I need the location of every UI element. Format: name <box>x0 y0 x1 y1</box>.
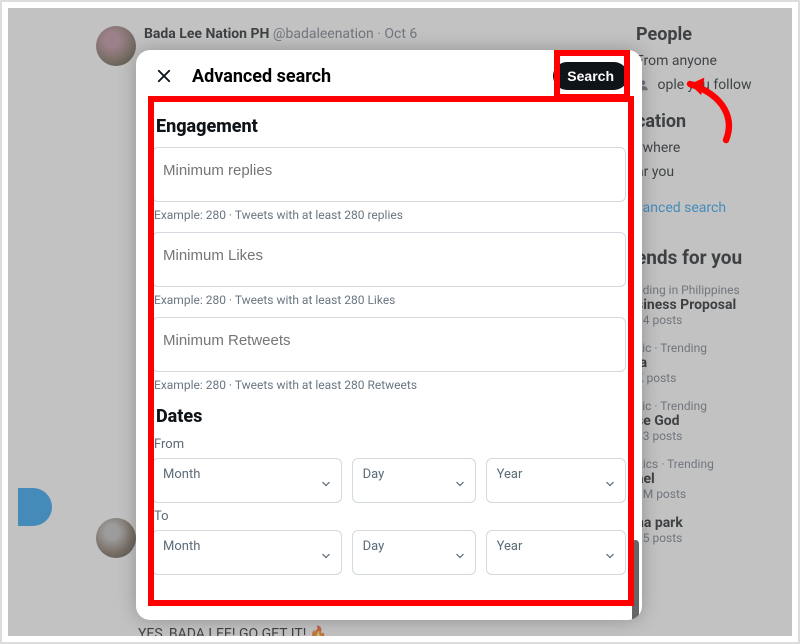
chevron-down-icon <box>603 476 617 490</box>
trend-item[interactable]: na park 25 posts <box>636 515 778 545</box>
from-day-select[interactable]: Day <box>352 458 476 503</box>
from-label: From <box>154 437 626 452</box>
filter-near-you[interactable]: ar you <box>636 160 778 184</box>
avatar[interactable] <box>96 26 136 66</box>
engagement-heading: Engagement <box>156 116 626 137</box>
advanced-search-link[interactable]: vanced search <box>636 194 778 222</box>
advanced-search-modal: Advanced search Search Engagement Exampl… <box>136 50 642 620</box>
filter-anywhere[interactable]: ywhere <box>636 136 778 160</box>
filter-from-anyone[interactable]: From anyone <box>636 49 778 73</box>
from-month-select[interactable]: Month <box>152 458 342 503</box>
min-likes-input[interactable] <box>152 232 626 287</box>
min-likes-hint: Example: 280 · Tweets with at least 280 … <box>154 293 624 307</box>
chevron-down-icon <box>319 476 333 490</box>
trend-item[interactable]: sic · Trending se God 43 posts <box>636 399 778 443</box>
chevron-down-icon <box>453 548 467 562</box>
chevron-down-icon <box>603 548 617 562</box>
to-day-select[interactable]: Day <box>352 530 476 575</box>
modal-scroll-track[interactable] <box>632 140 639 612</box>
dates-heading: Dates <box>156 406 626 427</box>
location-heading: cation <box>636 111 778 132</box>
trend-item[interactable]: nding in Philippines siness Proposal 04 … <box>636 283 778 327</box>
chevron-down-icon <box>319 548 333 562</box>
modal-title: Advanced search <box>192 66 539 87</box>
min-replies-input[interactable] <box>152 147 626 202</box>
search-button[interactable]: Search <box>553 62 628 90</box>
tweet-author-handle[interactable]: @badaleenation <box>273 26 374 42</box>
compose-tweet-button[interactable] <box>18 488 52 526</box>
to-label: To <box>154 509 626 524</box>
tweet-date: Oct 6 <box>384 26 417 42</box>
right-sidebar: People From anyone ople you follow catio… <box>622 8 792 636</box>
tweet-text: YES, BADA LEE! GO GET IT! 🔥 <box>138 626 327 636</box>
to-month-select[interactable]: Month <box>152 530 342 575</box>
min-retweets-hint: Example: 280 · Tweets with at least 280 … <box>154 378 624 392</box>
from-year-select[interactable]: Year <box>486 458 626 503</box>
modal-body: Engagement Example: 280 · Tweets with at… <box>136 102 642 620</box>
modal-header: Advanced search Search <box>136 50 642 102</box>
modal-scroll-thumb[interactable] <box>632 540 639 620</box>
to-year-select[interactable]: Year <box>486 530 626 575</box>
to-date-row: Month Day Year <box>152 530 626 575</box>
close-icon[interactable] <box>150 62 178 90</box>
filter-people-you-follow[interactable]: ople you follow <box>636 73 778 97</box>
trend-item[interactable]: sic · Trending ja K posts <box>636 341 778 385</box>
from-date-row: Month Day Year <box>152 458 626 503</box>
trend-item[interactable]: itics · Trending ael 3M posts <box>636 457 778 501</box>
trends-heading: ends for you <box>636 246 778 269</box>
tweet-author-name[interactable]: Bada Lee Nation PH <box>144 26 269 42</box>
avatar[interactable] <box>96 518 136 558</box>
min-retweets-input[interactable] <box>152 317 626 372</box>
min-replies-hint: Example: 280 · Tweets with at least 280 … <box>154 208 624 222</box>
chevron-down-icon <box>453 476 467 490</box>
people-heading: People <box>636 24 778 45</box>
